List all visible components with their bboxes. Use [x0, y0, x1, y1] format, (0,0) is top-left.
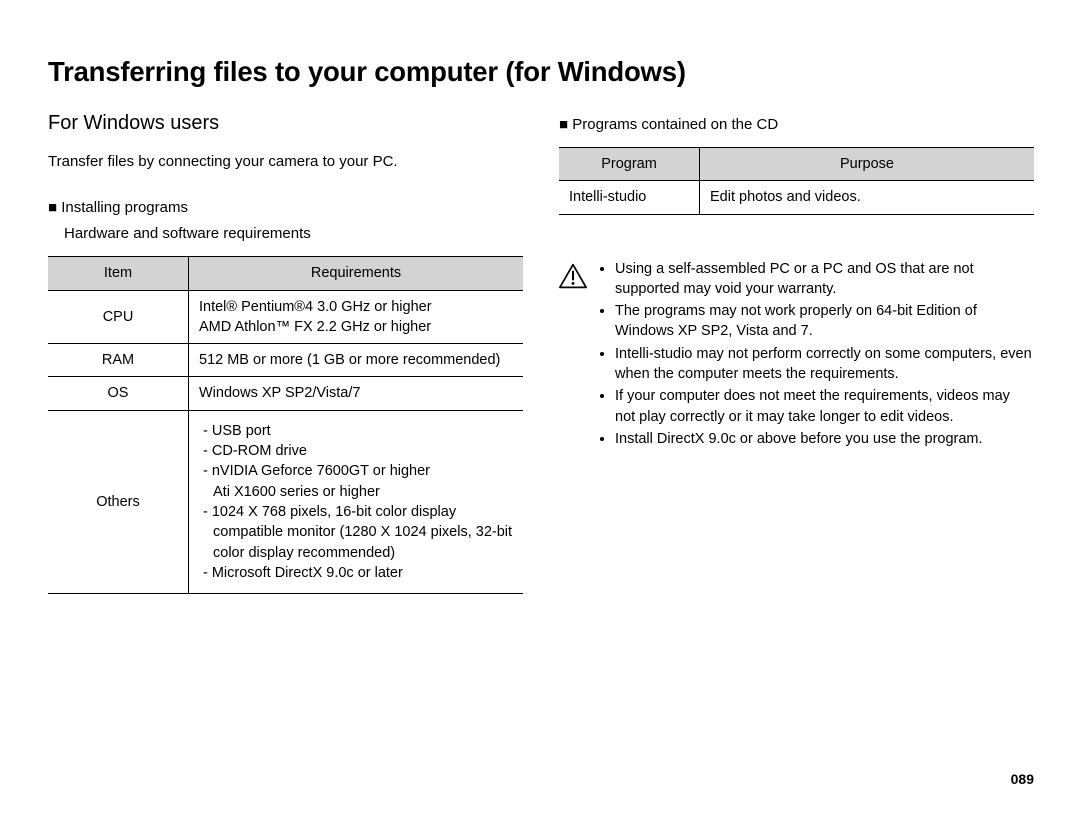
- right-column: ■ Programs contained on the CD Program P…: [559, 112, 1034, 594]
- installing-heading-text: Installing programs: [61, 199, 188, 216]
- table-row: Others - USB port - CD-ROM drive - nVIDI…: [48, 410, 523, 593]
- row-others-value: - USB port - CD-ROM drive - nVIDIA Gefor…: [189, 410, 524, 593]
- square-bullet-icon: ■: [559, 116, 572, 133]
- left-column: For Windows users Transfer files by conn…: [48, 112, 523, 594]
- intro-paragraph: Transfer files by connecting your camera…: [48, 151, 523, 173]
- row-program-name: Intelli-studio: [559, 181, 700, 214]
- others-item-subline: Ati X1600 series or higher: [213, 482, 513, 502]
- header-purpose: Purpose: [700, 148, 1035, 181]
- others-item: - CD-ROM drive: [213, 441, 513, 461]
- others-item: - USB port: [213, 421, 513, 441]
- others-item: - Microsoft DirectX 9.0c or later: [213, 563, 513, 583]
- row-ram-label: RAM: [48, 344, 189, 377]
- hw-sw-requirements-label: Hardware and software requirements: [64, 223, 523, 245]
- header-program: Program: [559, 148, 700, 181]
- caution-item: The programs may not work properly on 64…: [615, 301, 1034, 342]
- caution-list: Using a self-assembled PC or a PC and OS…: [597, 259, 1034, 452]
- others-item: - 1024 X 768 pixels, 16-bit color displa…: [213, 502, 513, 563]
- page-number: 089: [1011, 771, 1034, 787]
- caution-icon: [559, 263, 587, 289]
- row-cpu-value: Intel® Pentium®4 3.0 GHz or higher AMD A…: [189, 290, 524, 344]
- programs-heading-text: Programs contained on the CD: [572, 116, 778, 133]
- table-row: CPU Intel® Pentium®4 3.0 GHz or higher A…: [48, 290, 523, 344]
- caution-item: Install DirectX 9.0c or above before you…: [615, 429, 1034, 449]
- header-item: Item: [48, 257, 189, 290]
- caution-box: Using a self-assembled PC or a PC and OS…: [559, 259, 1034, 452]
- page-title: Transferring files to your computer (for…: [48, 56, 1034, 88]
- row-ram-value: 512 MB or more (1 GB or more recommended…: [189, 344, 524, 377]
- cpu-line2: AMD Athlon™ FX 2.2 GHz or higher: [199, 317, 513, 337]
- row-others-label: Others: [48, 410, 189, 593]
- requirements-table: Item Requirements CPU Intel® Pentium®4 3…: [48, 256, 523, 594]
- caution-item: If your computer does not meet the requi…: [615, 386, 1034, 427]
- programs-on-cd-heading: ■ Programs contained on the CD: [559, 116, 1034, 133]
- table-row: OS Windows XP SP2/Vista/7: [48, 377, 523, 410]
- table-header-row: Program Purpose: [559, 148, 1034, 181]
- installing-programs-heading: ■ Installing programs: [48, 197, 523, 219]
- section-title: For Windows users: [48, 112, 523, 135]
- square-bullet-icon: ■: [48, 199, 61, 216]
- caution-item: Using a self-assembled PC or a PC and OS…: [615, 259, 1034, 300]
- row-os-label: OS: [48, 377, 189, 410]
- manual-page: Transferring files to your computer (for…: [0, 0, 1080, 815]
- others-item: - nVIDIA Geforce 7600GT or higher: [213, 461, 513, 481]
- table-row: RAM 512 MB or more (1 GB or more recomme…: [48, 344, 523, 377]
- table-header-row: Item Requirements: [48, 257, 523, 290]
- row-os-value: Windows XP SP2/Vista/7: [189, 377, 524, 410]
- two-column-layout: For Windows users Transfer files by conn…: [48, 112, 1034, 594]
- caution-item: Intelli-studio may not perform correctly…: [615, 344, 1034, 385]
- table-row: Intelli-studio Edit photos and videos.: [559, 181, 1034, 214]
- row-program-purpose: Edit photos and videos.: [700, 181, 1035, 214]
- row-cpu-label: CPU: [48, 290, 189, 344]
- header-requirements: Requirements: [189, 257, 524, 290]
- programs-table: Program Purpose Intelli-studio Edit phot…: [559, 147, 1034, 215]
- cpu-line1: Intel® Pentium®4 3.0 GHz or higher: [199, 297, 513, 317]
